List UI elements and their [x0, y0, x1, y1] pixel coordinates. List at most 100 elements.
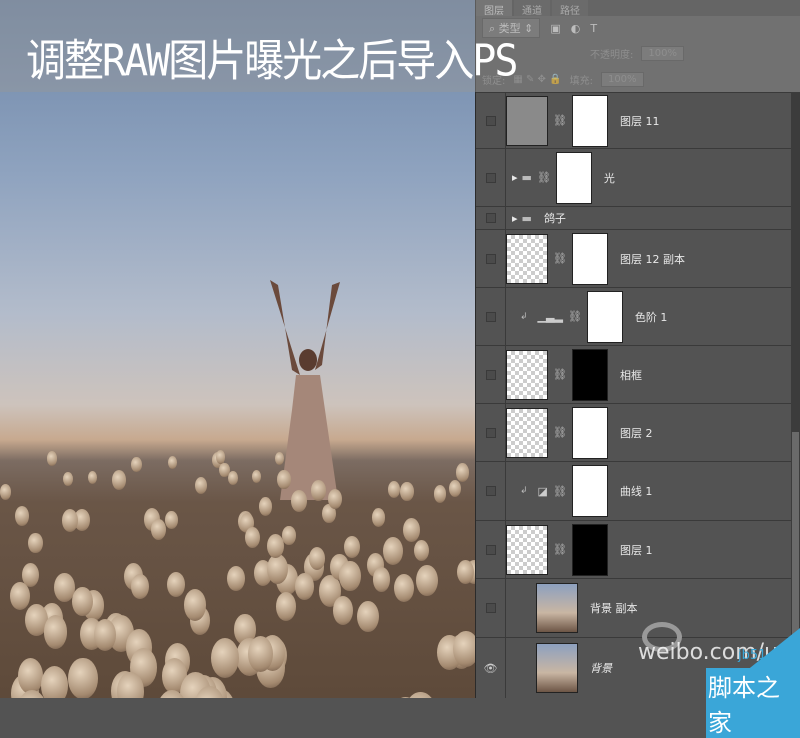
grass-tuft	[62, 509, 78, 532]
layer-thumbnail	[506, 96, 548, 146]
visibility-checkbox[interactable]	[486, 116, 496, 126]
grass-tuft	[245, 527, 260, 548]
layer-row[interactable]: ↲◪⛓曲线 1	[476, 461, 792, 520]
layer-name[interactable]: 鸽子	[544, 210, 566, 226]
visibility-checkbox[interactable]	[486, 213, 496, 223]
visibility-toggle[interactable]	[476, 579, 506, 637]
grass-tuft	[400, 482, 414, 502]
grass-tuft	[394, 574, 414, 602]
grass-tuft	[167, 572, 185, 597]
grass-tuft	[72, 587, 92, 616]
layer-thumbnail	[506, 350, 548, 400]
layer-name[interactable]: 相框	[620, 367, 642, 383]
grass-tuft	[168, 456, 177, 469]
visibility-checkbox[interactable]	[486, 312, 496, 322]
layer-mask-thumbnail	[572, 407, 608, 459]
layer-name[interactable]: 图层 1	[620, 542, 653, 558]
layer-mask-thumbnail	[572, 95, 608, 147]
layer-thumbnail	[506, 408, 548, 458]
layer-name[interactable]: 背景	[590, 660, 612, 676]
grass-tuft	[28, 533, 42, 553]
expand-arrow-icon[interactable]: ▸	[512, 171, 518, 184]
link-icon[interactable]: ⛓	[553, 485, 567, 498]
layers-panel: 图层 通道 路径 ⌕ 类型 ⇕ ▣ ◐ T 不透明度: 100% 锁定: ▦ ✎…	[475, 0, 800, 698]
grass-tuft	[276, 592, 296, 621]
grass-tuft	[344, 536, 360, 558]
grass-tuft	[282, 526, 296, 545]
visibility-toggle[interactable]	[476, 230, 506, 287]
site-name: 脚本之家	[706, 668, 800, 738]
link-icon[interactable]: ⛓	[553, 114, 567, 127]
grass-tuft	[112, 470, 126, 490]
grass-tuft	[267, 534, 284, 559]
visibility-toggle[interactable]	[476, 207, 506, 229]
layer-mask-thumbnail	[572, 233, 608, 285]
grass-tuft	[165, 511, 177, 529]
layer-name[interactable]: 图层 12 副本	[620, 251, 685, 267]
layer-name[interactable]: 图层 11	[620, 113, 660, 129]
layer-row[interactable]: 背景 副本	[476, 578, 792, 637]
grass-tuft	[44, 615, 68, 649]
grass-tuft	[41, 666, 69, 698]
layer-thumbnail	[536, 583, 578, 633]
visibility-toggle[interactable]	[476, 288, 506, 345]
layer-mask-thumbnail	[587, 291, 623, 343]
layer-row[interactable]: ▸ ▬ 鸽子	[476, 206, 792, 229]
visibility-toggle[interactable]	[476, 521, 506, 578]
grass-tuft	[88, 471, 97, 484]
page-title: 调整RAW图片曝光之后导入PS	[26, 25, 516, 89]
layer-name[interactable]: 光	[604, 170, 615, 186]
grass-tuft	[195, 477, 207, 494]
grass-tuft	[63, 472, 73, 486]
link-icon[interactable]: ⛓	[553, 426, 567, 439]
layer-row[interactable]: ⛓ 图层 11	[476, 92, 792, 148]
visibility-checkbox[interactable]	[486, 428, 496, 438]
clip-arrow-icon: ↲	[520, 312, 528, 322]
grass-tuft	[277, 470, 291, 489]
visibility-toggle[interactable]	[476, 149, 506, 206]
visibility-toggle[interactable]: 👁	[476, 638, 506, 698]
grass-tuft	[10, 582, 30, 610]
grass-tuft	[267, 554, 288, 584]
layer-row[interactable]: ⛓ 相框	[476, 345, 792, 403]
visibility-checkbox[interactable]	[486, 545, 496, 555]
grass-tuft	[295, 573, 314, 600]
grass-tuft	[94, 619, 116, 651]
layer-row[interactable]: ⛓ 图层 1	[476, 520, 792, 578]
layer-name[interactable]: 背景 副本	[590, 600, 638, 616]
scrollbar[interactable]	[791, 92, 800, 698]
grass-tuft	[216, 450, 226, 464]
layer-name[interactable]: 曲线 1	[620, 483, 653, 499]
link-icon[interactable]: ⛓	[553, 543, 567, 556]
visibility-checkbox[interactable]	[486, 370, 496, 380]
visibility-toggle[interactable]	[476, 93, 506, 148]
grass-tuft	[259, 497, 272, 516]
visibility-toggle[interactable]	[476, 462, 506, 520]
grass-tuft	[184, 589, 206, 621]
expand-arrow-icon[interactable]: ▸	[512, 212, 518, 225]
layer-name[interactable]: 色阶 1	[635, 309, 668, 325]
link-icon[interactable]: ⛓	[568, 310, 582, 323]
layer-row[interactable]: ⛓ 图层 2	[476, 403, 792, 461]
layer-row[interactable]: ⛓ 图层 12 副本	[476, 229, 792, 287]
folder-icon: ▬	[522, 212, 532, 225]
layer-row[interactable]: ↲▁▃▂⛓色阶 1	[476, 287, 792, 345]
visibility-toggle[interactable]	[476, 346, 506, 403]
grass-tuft	[449, 480, 461, 497]
link-icon[interactable]: ⛓	[537, 171, 551, 184]
grass-tuft	[228, 471, 238, 485]
visibility-checkbox[interactable]	[486, 603, 496, 613]
visibility-checkbox[interactable]	[486, 173, 496, 183]
link-icon[interactable]: ⛓	[553, 252, 567, 265]
layer-thumbnail	[506, 525, 548, 575]
visibility-toggle[interactable]	[476, 404, 506, 461]
visibility-checkbox[interactable]	[486, 486, 496, 496]
curves-icon: ◪	[538, 485, 548, 498]
layer-name[interactable]: 图层 2	[620, 425, 653, 441]
eye-icon[interactable]: 👁	[484, 662, 498, 675]
layer-row[interactable]: ▸▬⛓光	[476, 148, 792, 206]
link-icon[interactable]: ⛓	[553, 368, 567, 381]
visibility-checkbox[interactable]	[486, 254, 496, 264]
site-url: jb51.net	[738, 648, 792, 663]
grass-tuft	[383, 537, 403, 565]
